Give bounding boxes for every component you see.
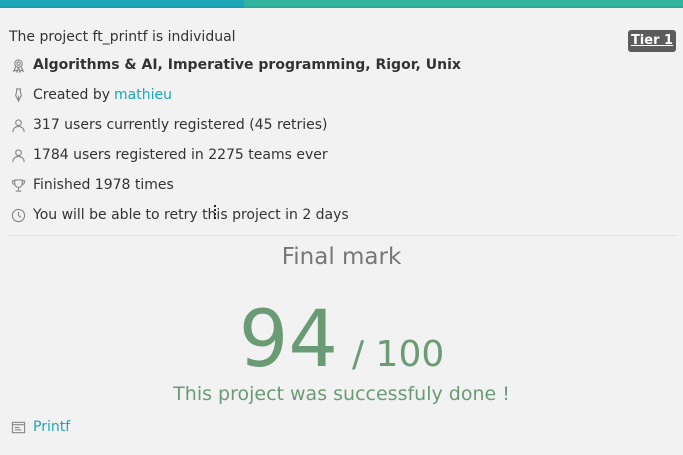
pen-icon	[10, 87, 26, 103]
creator-link[interactable]: mathieu	[114, 87, 172, 103]
medal-icon	[10, 57, 26, 73]
created-by-label: Created by	[33, 87, 111, 103]
score-value: 94	[238, 295, 338, 385]
section-divider	[9, 235, 677, 236]
top-progress-bar	[0, 0, 683, 8]
retry-text: You will be able to retry this project i…	[33, 207, 349, 223]
user-icon	[10, 117, 26, 133]
score-max: / 100	[351, 334, 445, 375]
total-users-row: 1784 users registered in 2275 teams ever	[10, 145, 328, 165]
tier-label: Tier 1	[630, 33, 674, 48]
user-icon	[10, 147, 26, 163]
final-mark-score: 94 / 100	[0, 295, 683, 385]
total-users-text: 1784 users registered in 2275 teams ever	[33, 147, 328, 163]
clock-icon	[10, 207, 26, 223]
skills-text: Algorithms & AI, Imperative programming,…	[33, 57, 461, 73]
current-users-row: 317 users currently registered (45 retri…	[10, 115, 328, 135]
final-mark-label: Final mark	[281, 244, 402, 270]
creator-row: Created by mathieu	[10, 85, 172, 105]
current-users-text: 317 users currently registered (45 retri…	[33, 117, 328, 133]
success-message: This project was successfuly done !	[173, 383, 510, 405]
subject-row: Printf	[10, 417, 70, 437]
skills-row: Algorithms & AI, Imperative programming,…	[10, 55, 461, 75]
document-icon	[10, 419, 26, 435]
top-bar-shadow	[0, 6, 683, 8]
finished-text: Finished 1978 times	[33, 177, 174, 193]
project-title: The project ft_printf is individual	[9, 29, 236, 45]
finished-row: Finished 1978 times	[10, 175, 174, 195]
trophy-icon	[10, 177, 26, 193]
text-cursor	[214, 205, 216, 223]
tier-badge[interactable]: Tier 1	[628, 30, 676, 52]
subject-link[interactable]: Printf	[33, 419, 70, 435]
retry-row: You will be able to retry this project i…	[10, 205, 349, 225]
